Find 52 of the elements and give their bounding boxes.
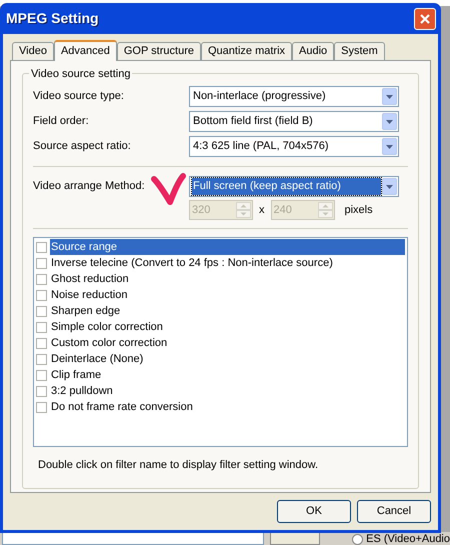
filter-item[interactable]: Ghost reduction bbox=[50, 271, 405, 287]
close-button[interactable] bbox=[414, 8, 436, 30]
filter-item[interactable]: Sharpen edge bbox=[50, 303, 405, 319]
checkbox[interactable] bbox=[36, 354, 47, 364]
radio-button[interactable] bbox=[352, 534, 364, 545]
group-title: Video source setting bbox=[29, 66, 132, 82]
unit-label: pixels bbox=[344, 202, 373, 218]
checkbox[interactable] bbox=[36, 338, 47, 348]
checkmark-annotation bbox=[150, 172, 186, 208]
dropdown-field[interactable]: Full screen (keep aspect ratio) bbox=[189, 176, 399, 197]
hint-text: Double click on filter name to display filter setting window. bbox=[38, 458, 320, 473]
checkbox[interactable] bbox=[36, 242, 47, 252]
tab[interactable]: Video bbox=[12, 42, 54, 60]
times-sign: x bbox=[259, 202, 264, 218]
filter-item[interactable]: Do not frame rate conversion bbox=[50, 399, 405, 415]
radio-label: ES (Video+Audio bbox=[366, 534, 450, 545]
filter-item[interactable]: Inverse telecine (Convert to 24 fps : Non-interlace source) bbox=[50, 255, 405, 271]
checkbox[interactable] bbox=[36, 370, 47, 380]
filter-item[interactable]: Deinterlace (None) bbox=[50, 351, 405, 367]
checkbox[interactable] bbox=[36, 386, 47, 396]
filter-item[interactable]: 3:2 pulldown bbox=[50, 383, 405, 399]
checkbox[interactable] bbox=[36, 306, 47, 316]
filter-item[interactable]: Source range bbox=[50, 239, 405, 255]
window-title: MPEG Setting bbox=[6, 9, 99, 28]
checkbox[interactable] bbox=[36, 274, 47, 284]
dropdown-field[interactable]: Non-interlace (progressive) bbox=[189, 86, 399, 107]
dropdown-field[interactable]: 4:3 625 line (PAL, 704x576) bbox=[189, 136, 399, 157]
path-field[interactable] bbox=[2, 532, 264, 545]
checkbox[interactable] bbox=[36, 258, 47, 268]
field-label: Field order: bbox=[33, 114, 90, 130]
field-label: Video arrange Method: bbox=[33, 179, 146, 194]
dialog-button[interactable]: Cancel bbox=[357, 500, 431, 523]
close-icon bbox=[419, 12, 431, 24]
field-label: Source aspect ratio: bbox=[33, 139, 132, 154]
filter-item[interactable]: Custom color correction bbox=[50, 335, 405, 351]
tab[interactable]: GOP structure bbox=[116, 42, 201, 60]
filter-item[interactable]: Simple color correction bbox=[50, 319, 405, 335]
tab[interactable]: System bbox=[334, 42, 385, 60]
checkbox[interactable] bbox=[36, 290, 47, 300]
browse-button[interactable] bbox=[270, 532, 320, 545]
field-label: Video source type: bbox=[33, 89, 125, 104]
tab[interactable]: Audio bbox=[292, 42, 334, 60]
filter-item[interactable]: Clip frame bbox=[50, 367, 405, 383]
dropdown-field[interactable]: Bottom field first (field B) bbox=[189, 111, 399, 132]
checkbox[interactable] bbox=[36, 402, 47, 412]
spin-arrows-icon bbox=[236, 202, 251, 218]
tab[interactable]: Quantize matrix bbox=[200, 42, 292, 60]
dialog-button[interactable]: OK bbox=[277, 500, 351, 523]
tab[interactable]: Advanced bbox=[54, 40, 117, 61]
checkbox[interactable] bbox=[36, 322, 47, 332]
filter-item[interactable]: Noise reduction bbox=[50, 287, 405, 303]
spin-arrows-icon bbox=[318, 202, 332, 218]
